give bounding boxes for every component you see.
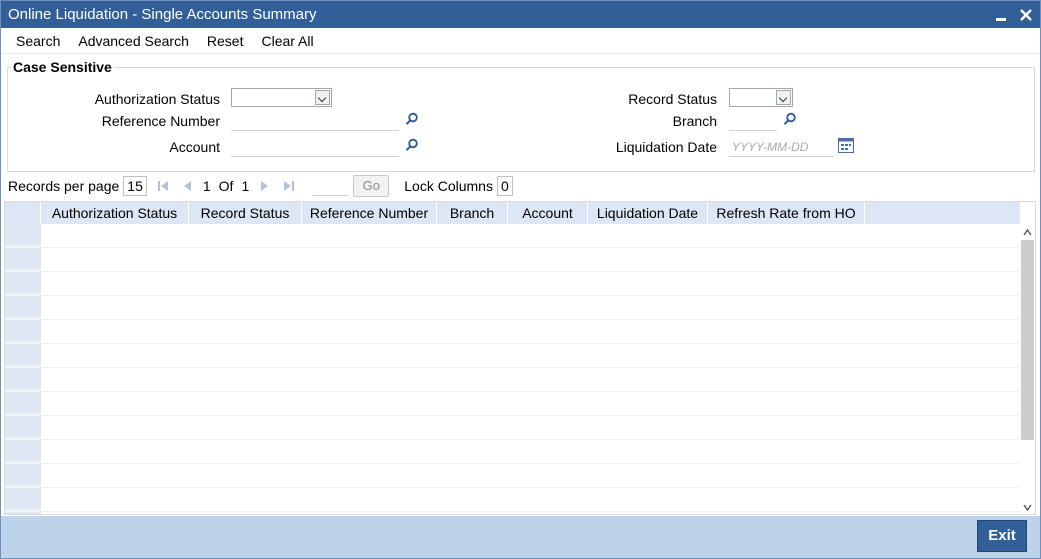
row-checkbox[interactable] (5, 416, 41, 439)
clear-all-button[interactable]: Clear All (252, 33, 322, 49)
table-row[interactable] (5, 368, 1020, 392)
liquidation-date-field[interactable] (729, 137, 833, 157)
authorization-status-label: Authorization Status (94, 91, 220, 107)
row-checkbox[interactable] (5, 392, 41, 415)
row-checkbox[interactable] (5, 296, 41, 319)
branch-field[interactable] (729, 111, 777, 131)
table-row[interactable] (5, 224, 1020, 248)
reference-number-label: Reference Number (101, 113, 220, 129)
title-bar: Online Liquidation - Single Accounts Sum… (1, 1, 1040, 28)
go-page-field[interactable] (313, 176, 350, 196)
table-row[interactable] (5, 512, 1020, 514)
close-icon[interactable] (1020, 6, 1032, 24)
chevron-up-icon[interactable] (1023, 228, 1032, 237)
branch-label: Branch (672, 113, 717, 129)
search-icon[interactable] (405, 112, 419, 126)
chevron-down-icon[interactable] (1023, 503, 1032, 512)
record-status-select[interactable] (729, 88, 793, 107)
reference-number-field[interactable] (231, 111, 399, 131)
row-checkbox[interactable] (5, 344, 41, 367)
table-row[interactable] (5, 416, 1020, 440)
select-all-column-header[interactable] (5, 202, 41, 224)
table-row[interactable] (5, 464, 1020, 488)
table-row[interactable] (5, 488, 1020, 512)
table-row[interactable] (5, 440, 1020, 464)
authorization-status-select[interactable] (231, 88, 332, 107)
grid-header: Authorization Status Record Status Refer… (5, 202, 1020, 224)
account-label: Account (169, 139, 220, 155)
window-title: Online Liquidation - Single Accounts Sum… (8, 6, 317, 23)
current-page: 1 (202, 178, 211, 194)
vertical-scrollbar[interactable] (1020, 224, 1035, 514)
pagination-bar: Records per page 15 1 Of 1 Go Lock Colum… (8, 175, 513, 197)
records-per-page-field[interactable]: 15 (123, 176, 147, 196)
case-sensitive-legend: Case Sensitive (11, 59, 114, 75)
column-header-branch[interactable]: Branch (437, 202, 508, 224)
liquidation-date-label: Liquidation Date (615, 139, 717, 155)
chevron-down-icon[interactable] (315, 90, 330, 105)
table-row[interactable] (5, 320, 1020, 344)
column-header-liquidation-date[interactable]: Liquidation Date (588, 202, 708, 224)
online-liquidation-window: Online Liquidation - Single Accounts Sum… (0, 0, 1041, 559)
column-header-authorization-status[interactable]: Authorization Status (41, 202, 189, 224)
lock-columns-label: Lock Columns (404, 178, 493, 194)
scrollbar-thumb[interactable] (1021, 240, 1034, 440)
next-page-icon[interactable] (259, 180, 271, 192)
go-button[interactable]: Go (353, 175, 390, 197)
total-pages: 1 (241, 178, 250, 194)
column-header-account[interactable]: Account (508, 202, 588, 224)
column-header-reference-number[interactable]: Reference Number (302, 202, 437, 224)
search-icon[interactable] (783, 112, 797, 126)
row-checkbox[interactable] (5, 248, 41, 271)
results-grid: Authorization Status Record Status Refer… (4, 201, 1036, 515)
search-button[interactable]: Search (1, 33, 69, 49)
row-checkbox[interactable] (5, 512, 41, 514)
row-checkbox[interactable] (5, 224, 41, 247)
advanced-search-button[interactable]: Advanced Search (69, 33, 198, 49)
first-page-icon[interactable] (157, 180, 169, 192)
row-checkbox[interactable] (5, 440, 41, 463)
row-checkbox[interactable] (5, 320, 41, 343)
account-field[interactable] (231, 137, 399, 157)
reset-button[interactable]: Reset (198, 33, 253, 49)
column-header-refresh-rate-from-ho[interactable]: Refresh Rate from HO (708, 202, 865, 224)
table-row[interactable] (5, 344, 1020, 368)
grid-body (5, 224, 1020, 514)
of-label: Of (218, 178, 234, 194)
records-per-page-label: Records per page (8, 178, 120, 194)
search-icon[interactable] (405, 138, 419, 152)
previous-page-icon[interactable] (181, 180, 193, 192)
calendar-icon[interactable] (838, 137, 854, 153)
table-row[interactable] (5, 296, 1020, 320)
table-row[interactable] (5, 392, 1020, 416)
table-row[interactable] (5, 272, 1020, 296)
toolbar: Search Advanced Search Reset Clear All (1, 28, 1040, 54)
chevron-down-icon[interactable] (776, 90, 791, 105)
row-checkbox[interactable] (5, 464, 41, 487)
footer-bar: Exit (1, 516, 1040, 558)
record-status-label: Record Status (628, 91, 717, 107)
row-checkbox[interactable] (5, 368, 41, 391)
lock-columns-field[interactable]: 0 (496, 176, 513, 196)
row-checkbox[interactable] (5, 488, 41, 511)
exit-button[interactable]: Exit (977, 520, 1027, 552)
last-page-icon[interactable] (283, 180, 295, 192)
minimize-icon[interactable] (996, 6, 1006, 24)
table-row[interactable] (5, 248, 1020, 272)
row-checkbox[interactable] (5, 272, 41, 295)
column-header-record-status[interactable]: Record Status (189, 202, 302, 224)
